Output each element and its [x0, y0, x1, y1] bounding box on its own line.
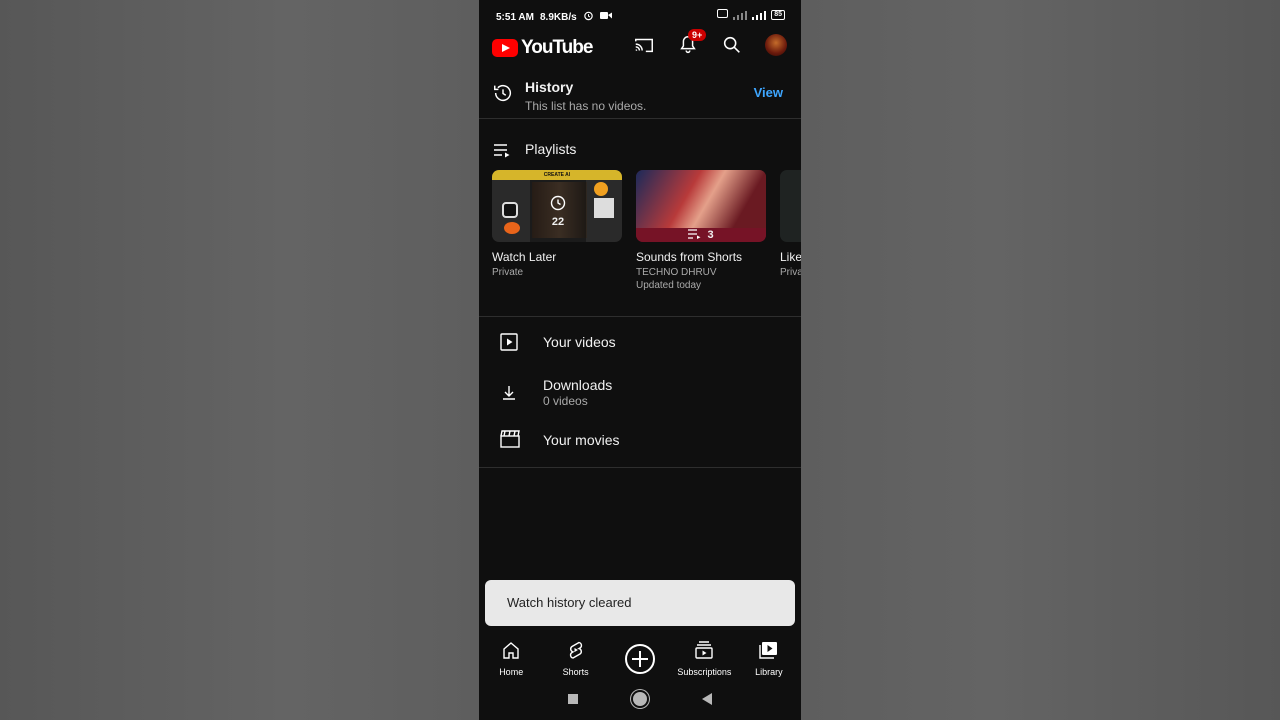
- playlist-title: Like: [780, 250, 801, 264]
- history-subtitle: This list has no videos.: [525, 99, 647, 113]
- nav-label: Home: [499, 667, 524, 677]
- menu-your-videos[interactable]: Your videos: [479, 326, 801, 358]
- history-view-button[interactable]: View: [754, 85, 783, 100]
- nav-create[interactable]: [608, 636, 672, 680]
- nav-home[interactable]: Home: [479, 636, 543, 680]
- play-video-icon: [500, 333, 520, 356]
- app-bar: YouTube 9+: [479, 29, 801, 62]
- clapperboard-icon: [500, 430, 520, 453]
- video-record-icon: [599, 11, 612, 23]
- playlist-privacy: Private: [492, 267, 524, 278]
- menu-sublabel: 0 videos: [543, 394, 588, 408]
- nav-library[interactable]: Library: [737, 636, 801, 680]
- thumbnail-banner-text: CREATE AI: [492, 170, 622, 180]
- history-title: History: [525, 79, 574, 95]
- playlist-card-sounds-from-shorts[interactable]: 3 Sounds from Shorts TECHNO DHRUV Update…: [636, 170, 766, 292]
- home-button[interactable]: [633, 692, 647, 706]
- menu-label: Your videos: [543, 334, 616, 350]
- signal-4g-icon: [752, 10, 767, 20]
- search-icon[interactable]: [721, 34, 743, 56]
- sounds-count: 3: [707, 229, 714, 241]
- playlist-card-watch-later[interactable]: CREATE AI 22 Watch Later Private: [492, 170, 622, 279]
- clock-icon: [550, 195, 566, 214]
- snackbar: Watch history cleared: [485, 580, 795, 626]
- status-bar: 5:51 AM 8.9KB/s 85: [479, 0, 801, 32]
- status-speed: 8.9KB/s: [539, 11, 577, 23]
- notification-badge: 9+: [688, 29, 707, 41]
- menu-label: Your movies: [543, 432, 620, 448]
- playlist-icon: [493, 142, 513, 163]
- playlists-header: Playlists: [479, 140, 801, 160]
- alarm-icon: [583, 10, 594, 24]
- logo-text: YouTube: [521, 37, 593, 58]
- watch-later-count-overlay: 22: [530, 180, 586, 242]
- playlist-carousel: CREATE AI 22 Watch Later Private 3 Sound…: [492, 170, 801, 300]
- volte-icon: [717, 9, 729, 21]
- nav-label: Shorts: [562, 667, 589, 677]
- watch-later-count: 22: [551, 215, 565, 228]
- playlist-title: Watch Later: [492, 250, 557, 264]
- signal-weak-icon: [733, 10, 748, 20]
- playlist-play-icon: [688, 228, 702, 242]
- sounds-count-overlay: 3: [636, 228, 766, 242]
- battery-icon: 85: [771, 10, 785, 20]
- watch-later-thumbnail: CREATE AI 22: [492, 170, 622, 242]
- history-section[interactable]: History This list has no videos. View: [479, 70, 801, 119]
- youtube-logo[interactable]: YouTube: [492, 37, 593, 59]
- youtube-play-icon: [492, 39, 518, 57]
- menu-downloads[interactable]: Downloads 0 videos: [479, 372, 801, 412]
- phone-screen: 5:51 AM 8.9KB/s 85 YouTube 9+ History Th…: [479, 0, 801, 720]
- nav-label: Library: [755, 667, 783, 677]
- liked-thumbnail: [780, 170, 801, 242]
- playlists-title: Playlists: [525, 141, 577, 157]
- subscriptions-icon: [694, 640, 714, 665]
- playlist-privacy: Priva: [780, 267, 801, 278]
- system-navigation: [479, 686, 801, 712]
- divider: [479, 316, 801, 317]
- create-plus-icon: [625, 644, 656, 674]
- home-icon: [501, 640, 521, 665]
- nav-shorts[interactable]: Shorts: [543, 636, 607, 680]
- menu-label: Downloads: [543, 377, 613, 393]
- letterbox-right: [801, 0, 1280, 720]
- status-time: 5:51 AM: [496, 11, 534, 23]
- letterbox-left: [0, 0, 479, 720]
- menu-your-movies[interactable]: Your movies: [479, 424, 801, 456]
- bottom-navigation: Home Shorts Subscriptions Library: [479, 636, 801, 680]
- nav-subscriptions[interactable]: Subscriptions: [672, 636, 736, 680]
- back-button[interactable]: [702, 693, 712, 705]
- divider: [479, 467, 801, 468]
- notifications-icon[interactable]: 9+: [677, 29, 707, 56]
- cast-icon[interactable]: [633, 34, 655, 56]
- recents-button[interactable]: [568, 694, 578, 704]
- history-icon: [492, 82, 514, 109]
- nav-label: Subscriptions: [677, 667, 732, 677]
- playlist-title: Sounds from Shorts: [636, 250, 743, 264]
- sounds-thumbnail: 3: [636, 170, 766, 242]
- playlist-updated: Updated today: [636, 280, 702, 291]
- playlist-owner: TECHNO DHRUV: [636, 267, 717, 278]
- download-icon: [500, 384, 518, 407]
- library-icon: [759, 640, 779, 665]
- shorts-icon: [566, 640, 586, 665]
- avatar[interactable]: [765, 34, 787, 56]
- playlist-card-liked[interactable]: Like Priva: [780, 170, 801, 279]
